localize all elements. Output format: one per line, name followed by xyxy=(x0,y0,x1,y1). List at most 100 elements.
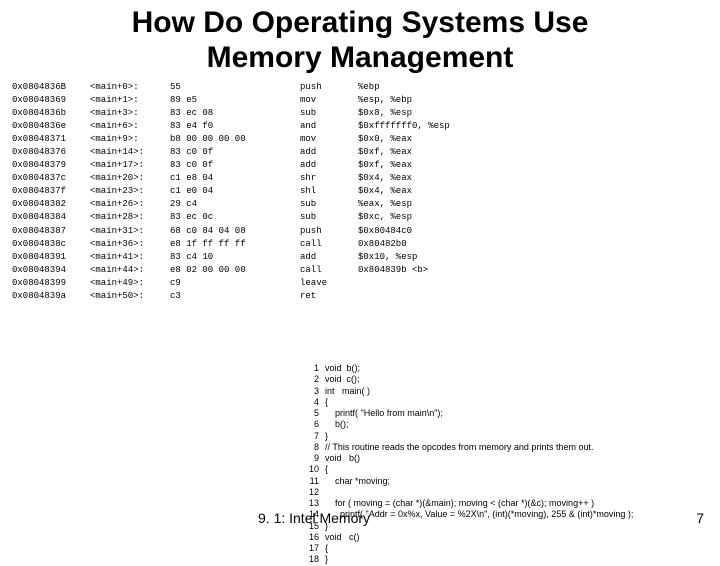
disasm-loc: <main+1>: xyxy=(90,94,170,107)
disasm-args: %eax, %esp xyxy=(358,198,412,211)
disasm-mnemonic: add xyxy=(300,146,358,159)
source-code-line: printf( "Hello from main\n"); xyxy=(325,408,443,419)
disasm-mnemonic: push xyxy=(300,81,358,94)
source-row: 11 char *moving; xyxy=(303,476,633,487)
disasm-addr: 0x0804836B xyxy=(12,81,90,94)
disasm-args: $0x0, %eax xyxy=(358,133,412,146)
source-row: 5 printf( "Hello from main\n"); xyxy=(303,408,633,419)
disasm-row: 0x0804837f<main+23>:c1 e0 04shl$0x4, %ea… xyxy=(12,185,720,198)
disasm-row: 0x08048371<main+9>:b8 00 00 00 00mov$0x0… xyxy=(12,133,720,146)
disasm-row: 0x08048387<main+31>:68 c0 84 04 08push$0… xyxy=(12,225,720,238)
disasm-mnemonic: sub xyxy=(300,211,358,224)
disasm-args: $0x4, %eax xyxy=(358,185,412,198)
disasm-row: 0x08048382<main+26>:29 c4sub%eax, %esp xyxy=(12,198,720,211)
disasm-row: 0x08048384<main+28>:83 ec 0csub$0xc, %es… xyxy=(12,211,720,224)
disasm-loc: <main+9>: xyxy=(90,133,170,146)
disasm-addr: 0x08048376 xyxy=(12,146,90,159)
disasm-row: 0x08048379<main+17>:83 c0 0fadd$0xf, %ea… xyxy=(12,159,720,172)
disasm-hex: c3 xyxy=(170,290,300,303)
disasm-loc: <main+50>: xyxy=(90,290,170,303)
disasm-hex: 83 c4 10 xyxy=(170,251,300,264)
disasm-mnemonic: and xyxy=(300,120,358,133)
source-code-line: int main( ) xyxy=(325,386,370,397)
disasm-hex: e8 02 00 00 00 xyxy=(170,264,300,277)
disasm-loc: <main+14>: xyxy=(90,146,170,159)
source-row: 6 b(); xyxy=(303,419,633,430)
disasm-loc: <main+26>: xyxy=(90,198,170,211)
disasm-hex: 55 xyxy=(170,81,300,94)
source-line-number: 10 xyxy=(303,464,325,475)
disasm-loc: <main+17>: xyxy=(90,159,170,172)
disasm-loc: <main+28>: xyxy=(90,211,170,224)
source-row: 4{ xyxy=(303,397,633,408)
source-code-line: } xyxy=(325,554,328,565)
source-row: 1void b(); xyxy=(303,363,633,374)
disasm-row: 0x0804838c<main+36>:e8 1f ff ff ffcall0x… xyxy=(12,238,720,251)
disasm-loc: <main+6>: xyxy=(90,120,170,133)
disasm-addr: 0x08048369 xyxy=(12,94,90,107)
disasm-mnemonic: call xyxy=(300,264,358,277)
disasm-row: 0x08048376<main+14>:83 c0 0fadd$0xf, %ea… xyxy=(12,146,720,159)
disasm-hex: c9 xyxy=(170,277,300,290)
disasm-addr: 0x0804836b xyxy=(12,107,90,120)
disasm-row: 0x08048394<main+44>:e8 02 00 00 00call0x… xyxy=(12,264,720,277)
source-row: 10{ xyxy=(303,464,633,475)
footer-label: 9. 1: Intel Memory xyxy=(258,510,370,526)
source-row: 17{ xyxy=(303,543,633,554)
disasm-args: 0x80482b0 xyxy=(358,238,407,251)
disasm-mnemonic: shr xyxy=(300,172,358,185)
disasm-row: 0x0804836e<main+6>:83 e4 f0and$0xfffffff… xyxy=(12,120,720,133)
disasm-hex: 83 ec 08 xyxy=(170,107,300,120)
disasm-addr: 0x08048394 xyxy=(12,264,90,277)
disasm-hex: e8 1f ff ff ff xyxy=(170,238,300,251)
disasm-addr: 0x0804837f xyxy=(12,185,90,198)
disasm-hex: c1 e8 04 xyxy=(170,172,300,185)
source-line-number: 2 xyxy=(303,374,325,385)
disasm-hex: 83 ec 0c xyxy=(170,211,300,224)
source-code-line: void b(); xyxy=(325,363,360,374)
source-code-line: char *moving; xyxy=(325,476,390,487)
disasm-addr: 0x08048399 xyxy=(12,277,90,290)
source-line-number: 13 xyxy=(303,498,325,509)
disasm-loc: <main+0>: xyxy=(90,81,170,94)
disasm-addr: 0x0804839a xyxy=(12,290,90,303)
disasm-addr: 0x0804838c xyxy=(12,238,90,251)
source-line-number: 12 xyxy=(303,487,325,498)
disasm-hex: 29 c4 xyxy=(170,198,300,211)
source-line-number: 18 xyxy=(303,554,325,565)
disasm-addr: 0x08048391 xyxy=(12,251,90,264)
source-row: 13 for ( moving = (char *)(&main); movin… xyxy=(303,498,633,509)
source-line-number: 8 xyxy=(303,442,325,453)
disasm-loc: <main+31>: xyxy=(90,225,170,238)
disasm-mnemonic: mov xyxy=(300,94,358,107)
source-code-line: { xyxy=(325,543,328,554)
disasm-addr: 0x08048379 xyxy=(12,159,90,172)
disasm-mnemonic: ret xyxy=(300,290,358,303)
disasm-hex: 83 c0 0f xyxy=(170,159,300,172)
source-line-number: 9 xyxy=(303,453,325,464)
source-line-number: 17 xyxy=(303,543,325,554)
source-row: 3int main( ) xyxy=(303,386,633,397)
source-code-block: 1void b();2void c();3int main( )4{5 prin… xyxy=(303,363,633,566)
title-line-2: Memory Management xyxy=(0,41,720,76)
disasm-addr: 0x08048384 xyxy=(12,211,90,224)
disasm-row: 0x0804836B<main+0>:55push%ebp xyxy=(12,81,720,94)
disasm-addr: 0x08048387 xyxy=(12,225,90,238)
disasm-loc: <main+3>: xyxy=(90,107,170,120)
title-line-1: How Do Operating Systems Use xyxy=(0,6,720,41)
source-row: 7} xyxy=(303,431,633,442)
disasm-args: 0x804839b <b> xyxy=(358,264,428,277)
disasm-addr: 0x08048371 xyxy=(12,133,90,146)
source-line-number: 5 xyxy=(303,408,325,419)
disasm-args: $0x8, %esp xyxy=(358,107,412,120)
disasm-row: 0x0804839a<main+50>:c3ret xyxy=(12,290,720,303)
disasm-hex: 89 e5 xyxy=(170,94,300,107)
disasm-mnemonic: mov xyxy=(300,133,358,146)
source-code-line: void b() xyxy=(325,453,360,464)
source-code-line: printf( "Addr = 0x%x, Value = %2X\n", (i… xyxy=(325,509,633,520)
source-row: 9void b() xyxy=(303,453,633,464)
source-code-line: { xyxy=(325,397,328,408)
source-code-line: { xyxy=(325,464,328,475)
disassembly-block: 0x0804836B<main+0>:55push%ebp0x08048369<… xyxy=(0,75,720,303)
disasm-args: %ebp xyxy=(358,81,380,94)
